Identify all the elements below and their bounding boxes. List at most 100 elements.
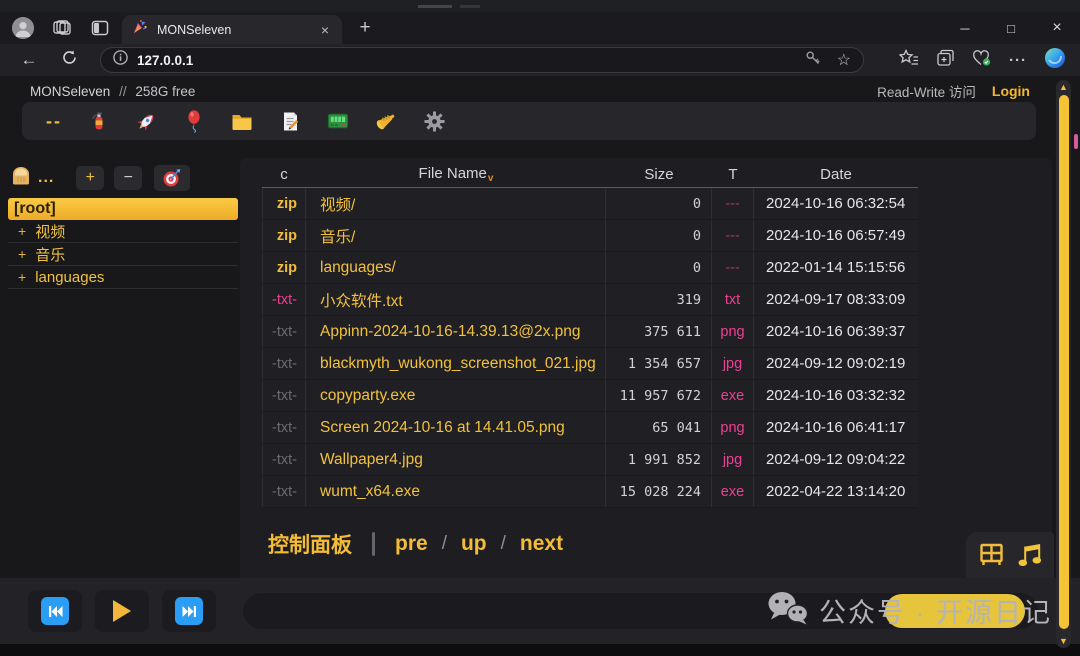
fire-extinguisher-icon[interactable] (86, 109, 110, 133)
url-text[interactable]: 127.0.0.1 (137, 53, 805, 68)
tree-item-music[interactable]: + 音乐 (8, 243, 238, 266)
tab-actions-icon[interactable] (90, 18, 110, 38)
dart-button[interactable] (154, 165, 190, 191)
file-name-link[interactable]: copyparty.exe (306, 380, 606, 411)
favorites-bar-icon[interactable] (899, 49, 919, 72)
sort-indicator-icon: v (488, 173, 494, 184)
txt-link[interactable]: -txt- (262, 476, 306, 507)
scroll-down-icon[interactable]: ▼ (1056, 634, 1071, 648)
file-name-link[interactable]: Appinn-2024-10-16-14.39.13@2x.png (306, 316, 606, 347)
tree-item-label[interactable]: 视频 (35, 221, 65, 242)
up-link[interactable]: up (461, 532, 487, 556)
file-size: 65 041 (606, 412, 712, 443)
minimize-button[interactable]: ─ (942, 12, 988, 44)
pre-link[interactable]: pre (395, 532, 428, 556)
scrollbar-thumb[interactable] (1059, 95, 1069, 629)
tree-expand-button[interactable]: + (76, 166, 104, 190)
tree-item-languages[interactable]: + languages (8, 266, 238, 289)
file-type: png (712, 316, 754, 347)
zip-link[interactable]: zip (262, 220, 306, 251)
breadcrumb-site[interactable]: MONSeleven (30, 84, 110, 99)
file-name-link[interactable]: blackmyth_wukong_screenshot_021.jpg (306, 348, 606, 379)
folder-icon[interactable] (230, 109, 254, 133)
table-row: zip 音乐/ 0 --- 2024-10-16 06:57:49 (262, 220, 918, 252)
table-row: -txt- wumt_x64.exe 15 028 224 exe 2022-0… (262, 476, 918, 508)
txt-link[interactable]: -txt- (262, 316, 306, 347)
file-date: 2024-10-16 06:41:17 (754, 412, 918, 443)
column-header-c[interactable]: c (262, 166, 306, 183)
collections-icon[interactable] (936, 49, 955, 72)
tree-root-selected[interactable]: [root] (8, 198, 238, 220)
back-icon[interactable]: ← (18, 50, 40, 70)
memo-icon[interactable] (278, 109, 302, 133)
toggle-dashes-button[interactable]: -- (46, 111, 62, 132)
scroll-up-icon[interactable]: ▲ (1056, 80, 1071, 94)
expand-toggle[interactable]: + (18, 223, 26, 239)
party-favicon (132, 19, 148, 40)
tree-item-label[interactable]: 音乐 (35, 244, 65, 265)
gear-icon[interactable] (422, 109, 446, 133)
address-bar[interactable]: 127.0.0.1 ☆ (100, 47, 864, 73)
play-button[interactable] (95, 590, 149, 632)
file-size: 15 028 224 (606, 476, 712, 507)
page-scrollbar[interactable]: ▲ ▼ (1056, 80, 1071, 648)
file-table-header: c File Namev Size T Date (262, 162, 918, 188)
music-note-icon[interactable] (1018, 541, 1042, 573)
key-icon[interactable] (805, 50, 821, 71)
new-tab-button[interactable]: + (352, 17, 378, 39)
file-type: png (712, 412, 754, 443)
txt-link[interactable]: -txt- (262, 444, 306, 475)
calculator-icon[interactable] (326, 109, 350, 133)
previous-track-button[interactable] (28, 590, 82, 632)
close-tab-icon[interactable]: × (318, 22, 332, 38)
browser-toolbar-icons: ··· (899, 44, 1072, 76)
file-name-link[interactable]: 音乐/ (306, 220, 606, 251)
tree-collapse-button[interactable]: − (114, 166, 142, 190)
file-name-link[interactable]: Wallpaper4.jpg (306, 444, 606, 475)
zip-link[interactable]: zip (262, 188, 306, 219)
tree-dots-label[interactable]: ... (38, 169, 54, 187)
more-menu-icon[interactable]: ··· (1009, 52, 1027, 69)
browser-tab[interactable]: MONSeleven × (122, 15, 342, 44)
dart-icon (162, 168, 182, 188)
txt-link[interactable]: -txt- (262, 412, 306, 443)
next-link[interactable]: next (520, 532, 563, 556)
bread-icon[interactable] (8, 163, 34, 194)
play-icon (112, 599, 132, 623)
refresh-icon[interactable] (58, 49, 80, 71)
browser-essentials-icon[interactable] (972, 49, 992, 72)
tree-item-label[interactable]: languages (35, 269, 104, 286)
control-panel-link[interactable]: 控制面板 (268, 529, 352, 559)
file-name-link[interactable]: 小众软件.txt (306, 284, 606, 315)
info-icon[interactable] (113, 50, 128, 70)
rocket-icon[interactable] (134, 109, 158, 133)
expand-toggle[interactable]: + (18, 269, 26, 285)
copilot-icon[interactable] (1044, 47, 1066, 74)
tree-item-video[interactable]: + 视频 (8, 220, 238, 243)
profile-avatar[interactable] (12, 17, 34, 39)
txt-link[interactable]: -txt- (262, 380, 306, 411)
file-size: 0 (606, 188, 712, 219)
column-header-name[interactable]: File Namev (306, 165, 606, 184)
grid-view-icon[interactable] (978, 542, 1005, 573)
column-header-type[interactable]: T (712, 166, 754, 183)
file-name-link[interactable]: wumt_x64.exe (306, 476, 606, 507)
maximize-button[interactable]: □ (988, 12, 1034, 44)
login-link[interactable]: Login (992, 83, 1030, 99)
next-track-button[interactable] (162, 590, 216, 632)
file-type: exe (712, 476, 754, 507)
column-header-size[interactable]: Size (606, 166, 712, 183)
txt-link[interactable]: -txt- (262, 348, 306, 379)
workspaces-icon[interactable] (52, 18, 72, 38)
trumpet-icon[interactable] (374, 109, 398, 133)
txt-link[interactable]: -txt- (262, 284, 306, 315)
expand-toggle[interactable]: + (18, 246, 26, 262)
file-name-link[interactable]: 视频/ (306, 188, 606, 219)
balloon-icon[interactable] (182, 109, 206, 133)
file-name-link[interactable]: languages/ (306, 252, 606, 283)
file-name-link[interactable]: Screen 2024-10-16 at 14.41.05.png (306, 412, 606, 443)
zip-link[interactable]: zip (262, 252, 306, 283)
column-header-date[interactable]: Date (754, 166, 918, 183)
close-window-button[interactable]: × (1034, 12, 1080, 44)
favorite-star-icon[interactable]: ☆ (837, 50, 851, 70)
